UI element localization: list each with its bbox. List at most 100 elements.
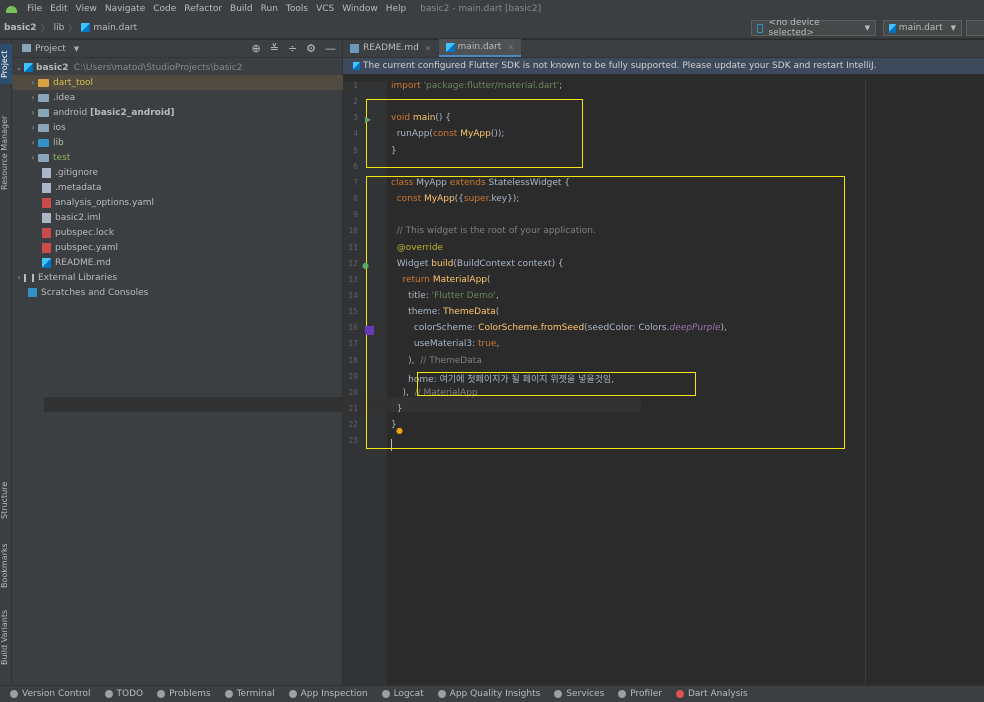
breadcrumb-file[interactable]: main.dart	[81, 22, 137, 33]
statusbar-label: Dart Analysis	[687, 689, 748, 699]
breadcrumb-project[interactable]: basic2	[4, 23, 37, 33]
tree-item-external-libraries[interactable]: › External Libraries	[12, 270, 343, 285]
chevron-right-icon[interactable]: ›	[28, 78, 38, 87]
tree-item-metadata[interactable]: .metadata	[12, 180, 343, 195]
menu-window[interactable]: Window	[342, 4, 378, 14]
project-tool-tab[interactable]: Project	[0, 44, 12, 84]
run-icon[interactable]: ▶	[365, 115, 371, 124]
breadcrumb-lib[interactable]: lib	[54, 23, 65, 33]
tree-item-label: pubspec.lock	[55, 227, 115, 238]
tree-item-analysis-options[interactable]: analysis_options.yaml	[12, 195, 343, 210]
tree-item-idea[interactable]: › .idea	[12, 90, 343, 105]
tab-main-dart[interactable]: main.dart ✕	[438, 39, 522, 57]
hide-icon[interactable]: —	[325, 42, 336, 55]
info-icon	[157, 690, 166, 698]
todo-button[interactable]: TODO	[104, 689, 143, 699]
line-number: 8	[353, 194, 358, 204]
tree-item-ios[interactable]: › ios	[12, 120, 343, 135]
structure-tab[interactable]: Structure	[0, 475, 12, 525]
chevron-right-icon[interactable]: ›	[28, 108, 38, 117]
tree-item-gitignore[interactable]: .gitignore	[12, 165, 343, 180]
folder-icon	[38, 108, 49, 117]
menu-vcs[interactable]: VCS	[316, 4, 334, 14]
statusbar-label: App Quality Insights	[449, 689, 541, 699]
gear-icon[interactable]: ⚙	[306, 42, 316, 55]
bulb-icon[interactable]: ●	[396, 426, 403, 435]
tree-item-pubspec-yaml[interactable]: pubspec.yaml	[12, 240, 343, 255]
services-button[interactable]: Services	[554, 689, 604, 699]
locate-icon[interactable]: ⊕	[251, 42, 260, 55]
menu-build[interactable]: Build	[230, 4, 253, 14]
version-control-button[interactable]: Version Control	[10, 689, 91, 699]
color-swatch-icon[interactable]	[365, 326, 374, 335]
tree-item-scratches[interactable]: Scratches and Consoles	[12, 285, 343, 300]
dart-analysis-icon	[675, 690, 684, 698]
line-number: 14	[348, 290, 358, 300]
menu-code[interactable]: Code	[153, 4, 176, 14]
menu-view[interactable]: View	[76, 4, 97, 14]
sdk-warning-banner: The current configured Flutter SDK is no…	[343, 58, 984, 74]
close-icon[interactable]: ✕	[507, 43, 514, 52]
tree-item-android[interactable]: › android [basic2_android]	[12, 105, 343, 120]
chevron-right-icon[interactable]: ›	[28, 123, 38, 132]
expand-all-icon[interactable]: ≚	[270, 42, 279, 55]
line-number: 21	[348, 404, 358, 413]
tool-window-bar: Version Control TODO Problems Terminal A…	[0, 685, 984, 702]
yaml-file-icon	[42, 197, 51, 208]
window-title: basic2 - main.dart [basic2]	[420, 3, 542, 14]
app-inspection-button[interactable]: App Inspection	[288, 689, 368, 699]
tree-item-basic2-iml[interactable]: basic2.iml	[12, 210, 343, 225]
problems-button[interactable]: Problems	[157, 689, 211, 699]
menu-run[interactable]: Run	[261, 4, 278, 14]
menu-help[interactable]: Help	[386, 4, 407, 14]
tab-readme[interactable]: README.md ✕	[343, 39, 439, 57]
tree-item-readme[interactable]: README.md	[12, 255, 343, 270]
chevron-down-icon[interactable]: ▼	[74, 45, 79, 53]
app-quality-insights-button[interactable]: App Quality Insights	[437, 689, 541, 699]
close-icon[interactable]: ✕	[425, 44, 432, 53]
tree-item-lib[interactable]: › lib	[12, 135, 343, 150]
menu-edit[interactable]: Edit	[50, 4, 67, 14]
folder-icon	[38, 93, 49, 102]
chevron-right-icon[interactable]: ›	[28, 138, 38, 147]
project-view-selector[interactable]: Project	[22, 44, 66, 54]
folder-icon	[38, 78, 49, 87]
bookmarks-tab[interactable]: Bookmarks	[0, 538, 12, 593]
terminal-button[interactable]: Terminal	[224, 689, 275, 699]
tree-item-pubspec-lock[interactable]: pubspec.lock	[12, 225, 343, 240]
dart-analysis-button[interactable]: Dart Analysis	[675, 689, 748, 699]
tree-item-test[interactable]: › test	[12, 150, 343, 165]
tree-root-basic2[interactable]: ⌄ basic2 C:\Users\matod\StudioProjects\b…	[12, 60, 343, 75]
menu-tools[interactable]: Tools	[286, 4, 308, 14]
tree-item-label: .gitignore	[55, 167, 99, 178]
library-icon	[24, 273, 34, 282]
build-variants-tab[interactable]: Build Variants	[0, 606, 12, 668]
menu-refactor[interactable]: Refactor	[184, 4, 222, 14]
logcat-button[interactable]: Logcat	[381, 689, 424, 699]
line-number: 2	[353, 97, 358, 107]
run-config-selector[interactable]: main.dart ▼	[883, 20, 962, 36]
menu-navigate[interactable]: Navigate	[105, 4, 145, 14]
line-number: 3	[353, 113, 358, 123]
menu-file[interactable]: File	[27, 4, 42, 14]
device-selector[interactable]: <no device selected> ▼	[751, 18, 876, 38]
override-icon[interactable]: ●	[362, 261, 369, 270]
statusbar-label: Logcat	[393, 689, 424, 699]
highlight-box-class	[366, 176, 845, 449]
dart-file-icon	[81, 22, 91, 32]
toolbar-overflow-button[interactable]	[966, 20, 984, 36]
tree-item-dart-tool[interactable]: › dart_tool	[12, 75, 343, 90]
collapse-all-icon[interactable]: ÷	[288, 42, 297, 55]
yaml-file-icon	[42, 227, 51, 238]
chevron-right-icon[interactable]: ›	[14, 273, 24, 282]
resource-manager-tab[interactable]: Resource Manager	[0, 98, 12, 208]
line-number: 23	[348, 436, 358, 446]
profiler-button[interactable]: Profiler	[618, 689, 662, 699]
chevron-right-icon: 〉	[68, 24, 78, 34]
chevron-right-icon[interactable]: ›	[28, 153, 38, 162]
list-icon	[104, 690, 113, 698]
tree-root-label: basic2	[36, 62, 69, 73]
chevron-right-icon[interactable]: ›	[28, 93, 38, 102]
chevron-down-icon[interactable]: ⌄	[14, 63, 24, 72]
tab-label: main.dart	[457, 42, 502, 52]
